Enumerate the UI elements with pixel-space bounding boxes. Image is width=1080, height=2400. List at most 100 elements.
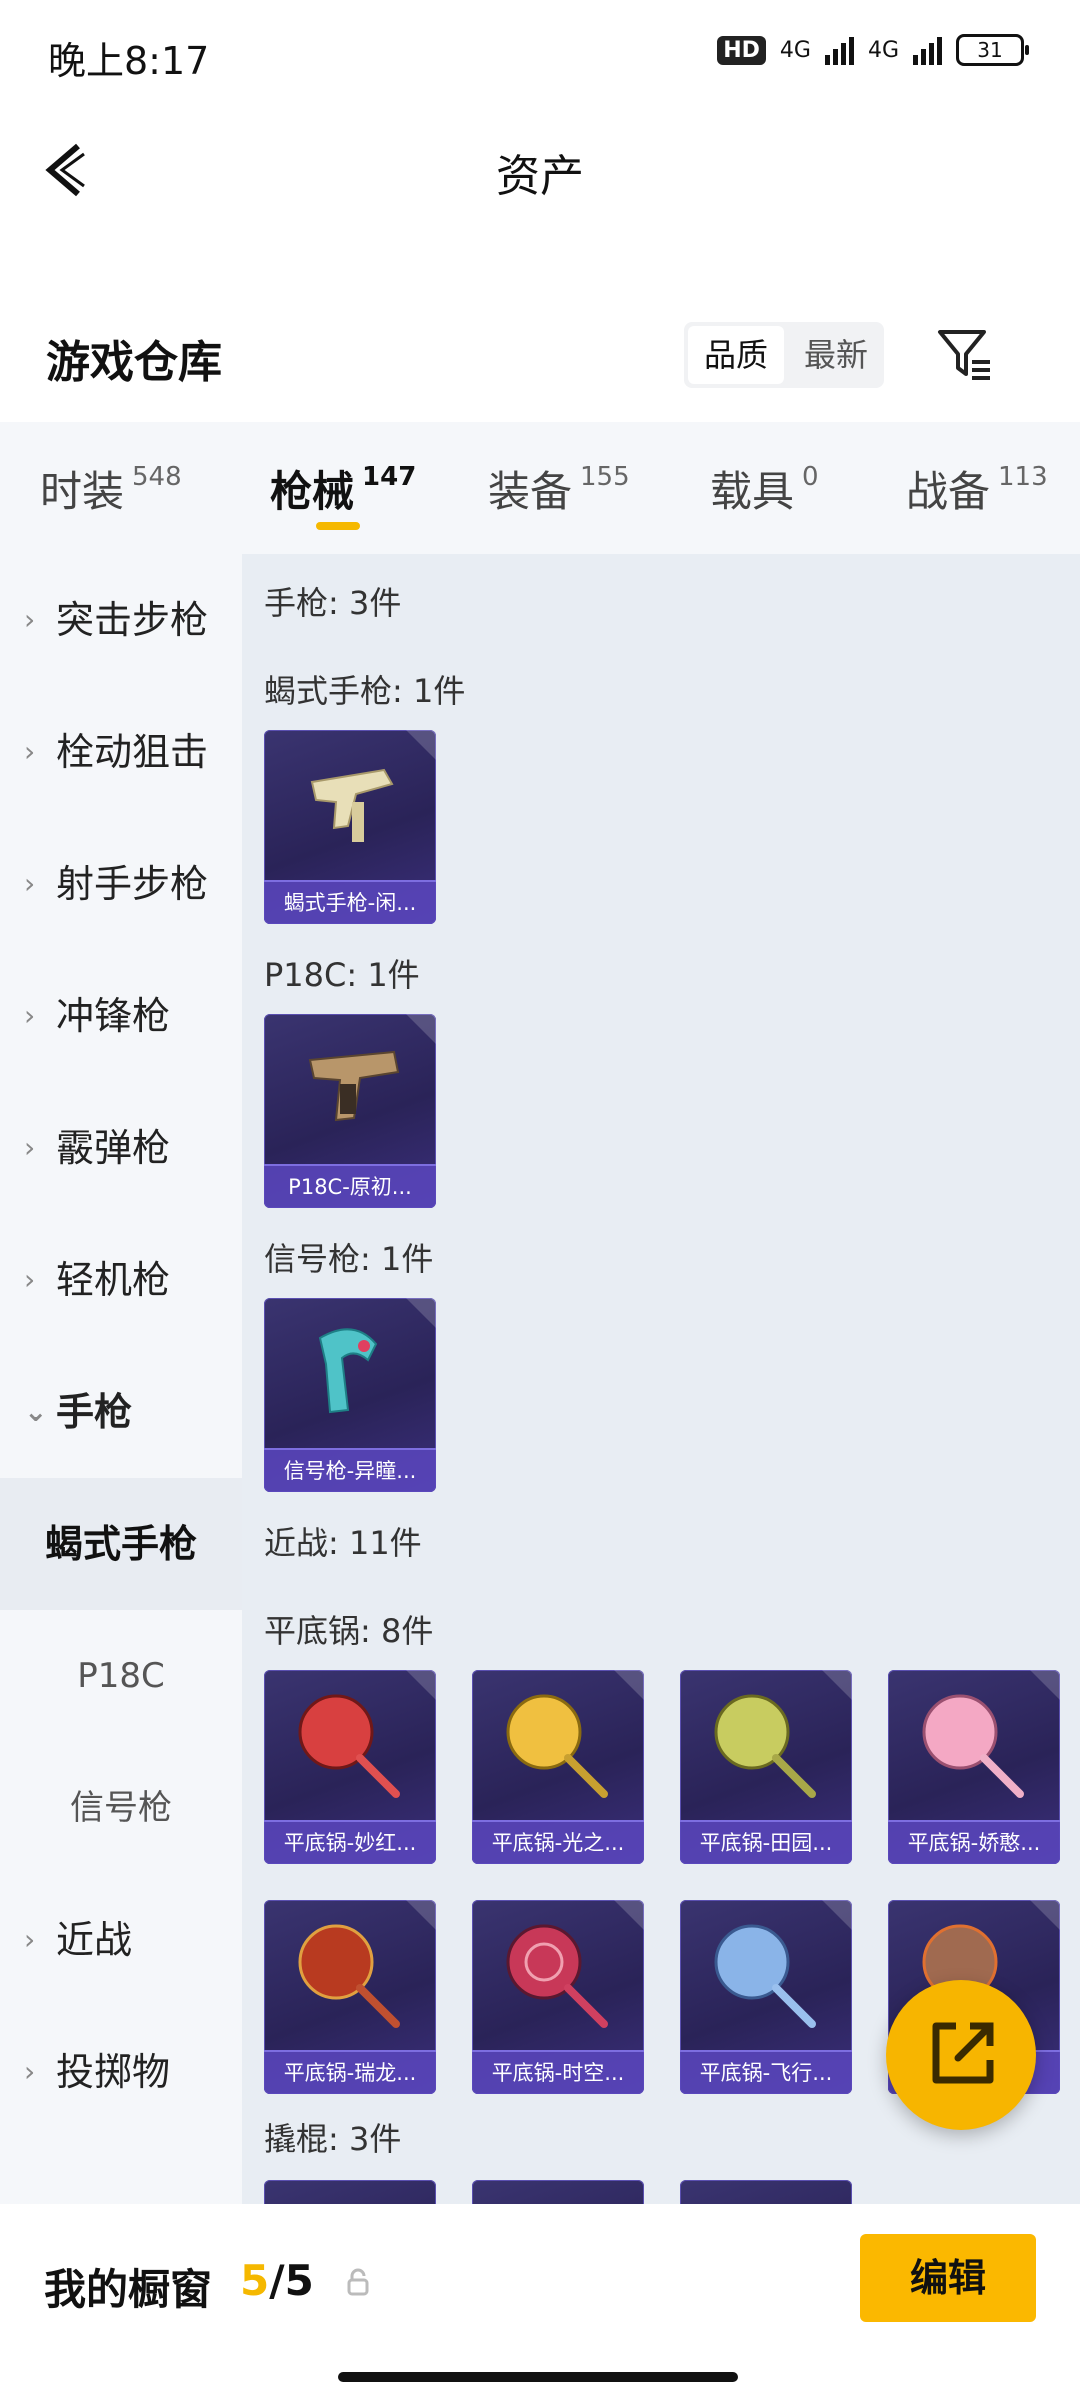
tab-supplies[interactable]: 战备 113 [906, 458, 1048, 519]
card-corner [1030, 1900, 1060, 1930]
sidebar-item-throwables[interactable]: › 投掷物 [0, 2006, 242, 2138]
chevron-right-icon: › [24, 1263, 36, 1296]
home-indicator[interactable] [338, 2372, 738, 2382]
status-icons: HD 4G 4G 31 [717, 34, 1029, 66]
sidebar-subitem-p18c[interactable]: P18C [0, 1610, 242, 1742]
item-card-label: 信号枪-异瞳... [264, 1448, 436, 1492]
card-corner [822, 1670, 852, 1700]
section-header-pistol: 手枪: 3件 [264, 584, 402, 622]
battery-icon: 31 [956, 34, 1029, 66]
item-card-label: 平底锅-时空... [472, 2050, 644, 2094]
card-corner [406, 1670, 436, 1700]
sidebar-item-label: 轻机枪 [56, 1258, 171, 1302]
tab-label: 时装 [40, 467, 125, 516]
signal-icon-2 [913, 35, 942, 65]
filter-icon[interactable] [936, 326, 992, 382]
card-corner [406, 1900, 436, 1930]
group-title-p18c: P18C: 1件 [264, 956, 420, 994]
item-card-label: 平底锅-妙红... [264, 1820, 436, 1864]
chevron-right-icon: › [24, 999, 36, 1032]
sidebar-item-marksman-rifle[interactable]: › 射手步枪 [0, 818, 242, 950]
sort-quality-button[interactable]: 品质 [688, 326, 784, 384]
tab-firearms[interactable]: 枪械 147 [270, 458, 416, 519]
item-card-label: 平底锅-飞行... [680, 2050, 852, 2094]
category-tabs: 时装 548 枪械 147 装备 155 载具 0 战备 113 [0, 422, 1080, 554]
tab-label: 装备 [488, 467, 573, 516]
item-card-pan-5[interactable]: 平底锅-瑞龙... [264, 1900, 436, 2094]
sidebar-item-shotgun[interactable]: › 霰弹枪 [0, 1082, 242, 1214]
sort-newest-button[interactable]: 最新 [788, 322, 884, 388]
sidebar-item-assault-rifle[interactable]: › 突击步枪 [0, 554, 242, 686]
tab-count: 0 [802, 462, 819, 492]
sidebar-item-label: 蝎式手枪 [44, 1522, 197, 1566]
tab-label: 战备 [906, 467, 991, 516]
chevron-down-icon: ⌄ [24, 1395, 48, 1428]
warehouse-title: 游戏仓库 [46, 337, 222, 388]
item-card-pan-3[interactable]: 平底锅-田园... [680, 1670, 852, 1864]
sidebar-item-label: 射手步枪 [56, 862, 209, 906]
item-card-label: 蝎式手枪-闲... [264, 880, 436, 924]
sidebar-item-label: 栓动狙击 [56, 730, 209, 774]
showcase-label: 我的橱窗 [44, 2265, 213, 2314]
tab-equipment[interactable]: 装备 155 [488, 458, 630, 519]
page-title: 资产 [496, 151, 584, 202]
sidebar-subitem-scorpion[interactable]: 蝎式手枪 [0, 1478, 242, 1610]
sidebar-item-label: 手枪 [56, 1390, 133, 1434]
chevron-right-icon: › [24, 1131, 36, 1164]
sidebar-item-label: 冲锋枪 [56, 994, 171, 1038]
group-title-scorpion: 蝎式手枪: 1件 [264, 672, 466, 710]
sidebar-item-bolt-sniper[interactable]: › 栓动狙击 [0, 686, 242, 818]
item-card-pan-4[interactable]: 平底锅-娇憨... [888, 1670, 1060, 1864]
tab-vehicles[interactable]: 载具 0 [710, 458, 819, 519]
chevron-right-icon: › [24, 603, 36, 636]
tab-count: 113 [998, 462, 1048, 492]
sidebar-item-lmg[interactable]: › 轻机枪 [0, 1214, 242, 1346]
chevron-right-icon: › [24, 867, 36, 900]
chevron-right-icon: › [24, 2055, 36, 2088]
item-card-flare-gun[interactable]: 信号枪-异瞳... [264, 1298, 436, 1492]
item-card-p18c[interactable]: P18C-原初... [264, 1014, 436, 1208]
sidebar-item-pistol[interactable]: ⌄ 手枪 [0, 1346, 242, 1478]
item-card-crowbar-1[interactable] [264, 2180, 436, 2204]
item-card-crowbar-3[interactable] [680, 2180, 852, 2204]
card-corner [406, 1298, 436, 1328]
signal-icon [824, 35, 854, 65]
sidebar-subitem-flare-gun[interactable]: 信号枪 [0, 1742, 242, 1874]
hd-icon: HD [717, 35, 766, 65]
item-card-pan-2[interactable]: 平底锅-光之... [472, 1670, 644, 1864]
share-button[interactable] [886, 1980, 1036, 2130]
group-title-flare-gun: 信号枪: 1件 [264, 1240, 434, 1278]
network-label-1: 4G [779, 37, 811, 63]
network-label-2: 4G [867, 37, 899, 63]
sidebar-item-smg[interactable]: › 冲锋枪 [0, 950, 242, 1082]
card-corner [406, 1014, 436, 1044]
tab-count: 147 [362, 462, 417, 492]
chevron-right-icon: › [24, 735, 36, 768]
sidebar-item-label: 投掷物 [56, 2050, 171, 2094]
item-card-label: 平底锅-瑞龙... [264, 2050, 436, 2094]
item-card-pan-1[interactable]: 平底锅-妙红... [264, 1670, 436, 1864]
edit-button[interactable]: 编辑 [860, 2234, 1036, 2322]
status-time: 晚上8:17 [48, 39, 210, 83]
showcase-total: /5 [269, 2256, 314, 2305]
item-card-label: 平底锅-娇憨... [888, 1820, 1060, 1864]
item-card-pan-7[interactable]: 平底锅-飞行... [680, 1900, 852, 2094]
status-bar: 晚上8:17 HD 4G 4G 31 [0, 0, 1080, 110]
item-card-label: 平底锅-田园... [680, 1820, 852, 1864]
item-card-scorpion[interactable]: 蝎式手枪-闲... [264, 730, 436, 924]
group-title-pan: 平底锅: 8件 [264, 1612, 434, 1650]
showcase-used: 5 [240, 2256, 270, 2305]
tab-fashion[interactable]: 时装 548 [40, 458, 182, 519]
item-card-label: P18C-原初... [264, 1164, 436, 1208]
sidebar-item-label: 信号枪 [70, 1788, 172, 1828]
sidebar-item-melee[interactable]: › 近战 [0, 1874, 242, 2006]
item-card-pan-6[interactable]: 平底锅-时空... [472, 1900, 644, 2094]
card-corner [822, 1900, 852, 1930]
tab-count: 155 [580, 462, 630, 492]
tab-label: 载具 [710, 467, 795, 516]
showcase-count: 5/5 [240, 2256, 314, 2305]
item-card-crowbar-2[interactable] [472, 2180, 644, 2204]
sidebar-item-label: P18C [77, 1656, 165, 1696]
sort-toggle: 品质 最新 [684, 322, 884, 388]
card-corner [406, 730, 436, 760]
